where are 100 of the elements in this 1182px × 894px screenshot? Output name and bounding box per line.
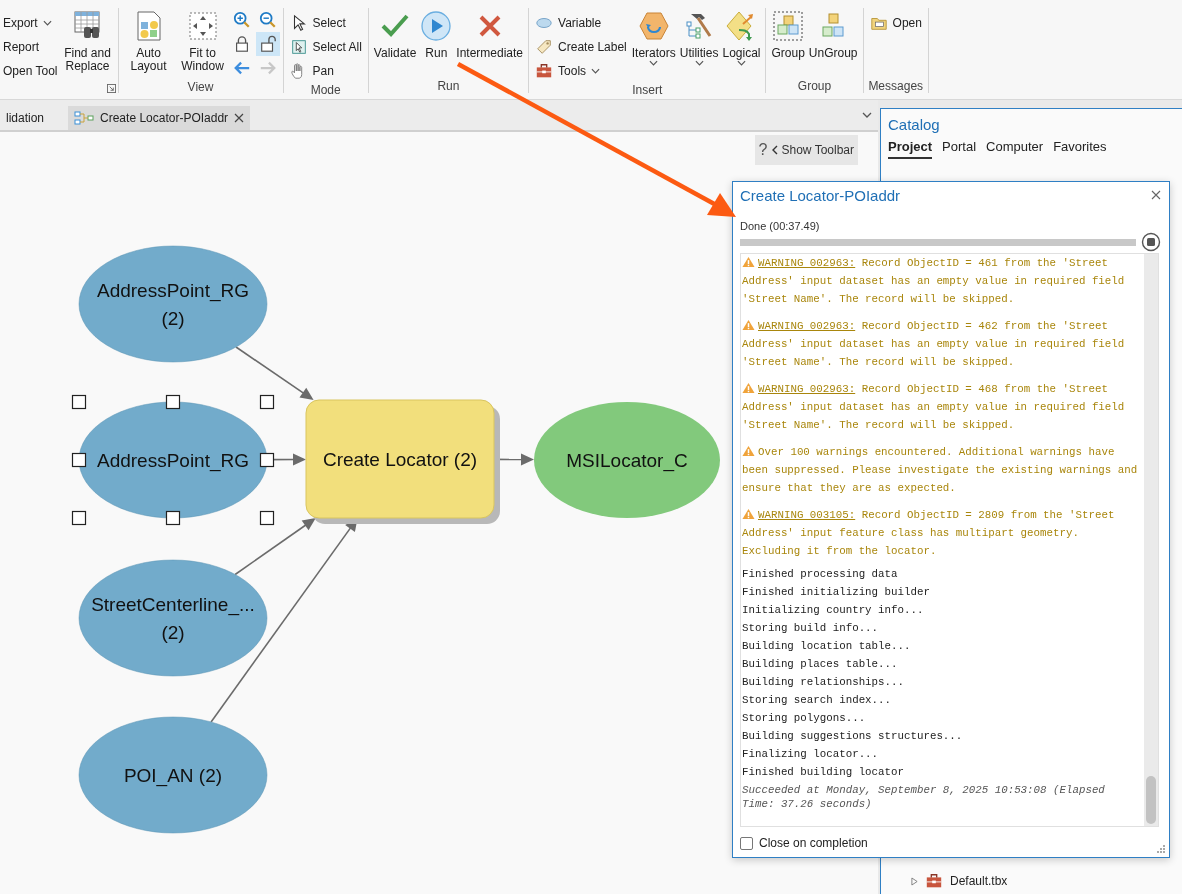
resize-grip-icon <box>1156 844 1166 854</box>
document-tab[interactable]: lidation <box>0 106 51 130</box>
group-label: Messages <box>867 79 925 93</box>
ribbon-button[interactable]: Variable <box>532 11 630 35</box>
node-label: (2) <box>161 622 185 643</box>
toolbox-icon <box>925 872 943 890</box>
ribbon-button[interactable]: Report <box>0 35 61 59</box>
catalog-tab[interactable]: Portal <box>942 137 977 159</box>
ribbon-button[interactable]: Utilities <box>677 8 721 68</box>
group-icon <box>772 10 805 42</box>
variable-node[interactable]: AddressPoint_RG (2) <box>78 245 268 363</box>
dialog-launcher-icon[interactable] <box>106 84 116 93</box>
ribbon-button[interactable]: Iterators <box>629 8 678 68</box>
log-message: Storing search index... <box>742 693 893 708</box>
catalog-tab[interactable]: Favorites <box>1053 137 1107 159</box>
ribbon-button[interactable]: Open Tool <box>0 59 61 83</box>
warning-icon <box>742 445 755 457</box>
ribbon-button[interactable]: Validate <box>371 8 419 62</box>
ribbon-button[interactable]: Intermediate <box>454 8 526 62</box>
log-message: Building relationships... <box>742 675 905 690</box>
unlock-button[interactable] <box>255 32 280 56</box>
selection-handle[interactable] <box>259 510 275 526</box>
selection-handle[interactable] <box>165 510 181 526</box>
tag-icon <box>535 38 554 56</box>
warning-link[interactable]: WARNING 003105: <box>758 509 856 521</box>
expand-arrow-icon[interactable] <box>911 876 918 886</box>
log-message: Storing polygons... <box>742 711 867 726</box>
group-label: Insert <box>631 83 664 97</box>
checkbox[interactable] <box>740 836 753 850</box>
ribbon-button[interactable]: Run <box>418 8 455 62</box>
group-label: Mode <box>309 83 342 97</box>
tab-label: lidation <box>6 111 45 125</box>
catalog-tab[interactable]: Project <box>888 137 933 159</box>
model-icon <box>74 111 95 125</box>
ribbon-button[interactable]: Group <box>769 8 807 62</box>
right-arrow-icon <box>258 59 277 77</box>
selection-handle[interactable] <box>259 394 275 410</box>
node-label: StreetCenterline_... <box>91 594 255 615</box>
warning-link[interactable]: WARNING 002963: <box>758 320 856 332</box>
selection-handle[interactable] <box>71 510 87 526</box>
catalog-tab[interactable]: Computer <box>986 137 1044 159</box>
selection-handle[interactable] <box>71 452 87 468</box>
variable-node[interactable]: AddressPoint_RG <box>78 401 268 519</box>
show-toolbar-button[interactable]: Show Toolbar <box>771 143 854 157</box>
stop-icon <box>1141 232 1161 252</box>
variable-node[interactable]: StreetCenterline_... (2) <box>78 559 268 677</box>
ribbon-button[interactable]: Fit to Window <box>175 8 230 75</box>
selection-handle[interactable] <box>71 394 87 410</box>
ribbon-button[interactable]: Open <box>866 11 925 35</box>
toolbox-icon <box>535 62 554 80</box>
node-label: POI_AN (2) <box>123 765 223 786</box>
node-label: Create Locator (2) <box>322 449 478 470</box>
zoom-in-icon <box>232 11 251 29</box>
node-label: AddressPoint_RG <box>96 280 250 301</box>
warning-link[interactable]: WARNING 002963: <box>758 257 856 269</box>
ribbon-button[interactable]: Logical <box>720 8 763 68</box>
variable-node[interactable]: POI_AN (2) <box>78 716 268 834</box>
log-message: Building places table... <box>742 657 899 672</box>
log-message: Finalizing locator... <box>742 747 880 762</box>
scrollbar-thumb[interactable] <box>1146 776 1156 824</box>
tab-label: Create Locator-POIaddr <box>100 111 229 125</box>
chevron-icon <box>771 145 778 155</box>
log-message: Finished processing data <box>742 567 899 582</box>
zoom-out-icon <box>258 11 277 29</box>
log-message: Storing build info... <box>742 621 880 636</box>
warning-message: WARNING 002963: Record ObjectID = 468 from the 'Street Address' input dataset has an empty value in required field 'Street Name'. The record will be skipped. <box>742 381 1126 433</box>
ribbon-button[interactable]: Select <box>286 11 365 35</box>
close-button[interactable] <box>1151 190 1161 200</box>
warning-message: Over 100 warnings encountered. Additional warnings have been suppressed. Please investigate the existing warnings and ensure that they are as expected. <box>742 444 1139 496</box>
chevron-icon[interactable] <box>862 112 872 118</box>
ribbon-button[interactable]: Create Label <box>532 35 630 59</box>
warning-icon <box>742 319 755 331</box>
document-tab[interactable]: Create Locator-POIaddr <box>68 106 251 130</box>
warning-message: WARNING 002963: Record ObjectID = 461 from the 'Street Address' input dataset has an empty value in required field 'Street Name'. The record will be skipped. <box>742 255 1126 307</box>
close-icon <box>1151 190 1161 200</box>
warning-message: WARNING 003105: Record ObjectID = 2809 from the 'Street Address' input feature class has multipart geometry. Excluding it from the locator. <box>742 507 1116 559</box>
ribbon-button[interactable]: Export <box>0 11 61 35</box>
ribbon-button[interactable]: Pan <box>286 59 365 83</box>
ribbon-button[interactable]: UnGroup <box>806 8 860 62</box>
log-message: Initializing country info... <box>742 603 925 618</box>
ribbon-button[interactable]: Tools <box>532 59 630 83</box>
log-message: Building location table... <box>742 639 912 654</box>
checkbox-label[interactable]: Close on completion <box>759 836 868 850</box>
ribbon-button[interactable]: Find and Replace <box>60 8 115 75</box>
tree-item[interactable]: Default.tbx <box>950 874 1008 888</box>
selection-handle[interactable] <box>259 452 275 468</box>
help-button[interactable]: ? <box>758 141 768 159</box>
stop-button[interactable] <box>1141 232 1161 252</box>
ribbon-button[interactable]: Auto Layout <box>121 8 176 75</box>
warning-icon <box>742 256 755 268</box>
status-text: Done (00:37.49) <box>739 219 821 233</box>
select-all-icon <box>289 38 308 56</box>
variable-node[interactable]: MSILocator_C <box>534 402 720 518</box>
node-label: MSILocator_C <box>566 450 688 471</box>
group-label: View <box>186 80 215 94</box>
node-label: (2) <box>161 308 185 329</box>
warning-link[interactable]: WARNING 002963: <box>758 383 856 395</box>
ribbon-button[interactable]: Select All <box>286 35 365 59</box>
node-label: AddressPoint_RG <box>96 450 250 471</box>
selection-handle[interactable] <box>165 394 181 410</box>
